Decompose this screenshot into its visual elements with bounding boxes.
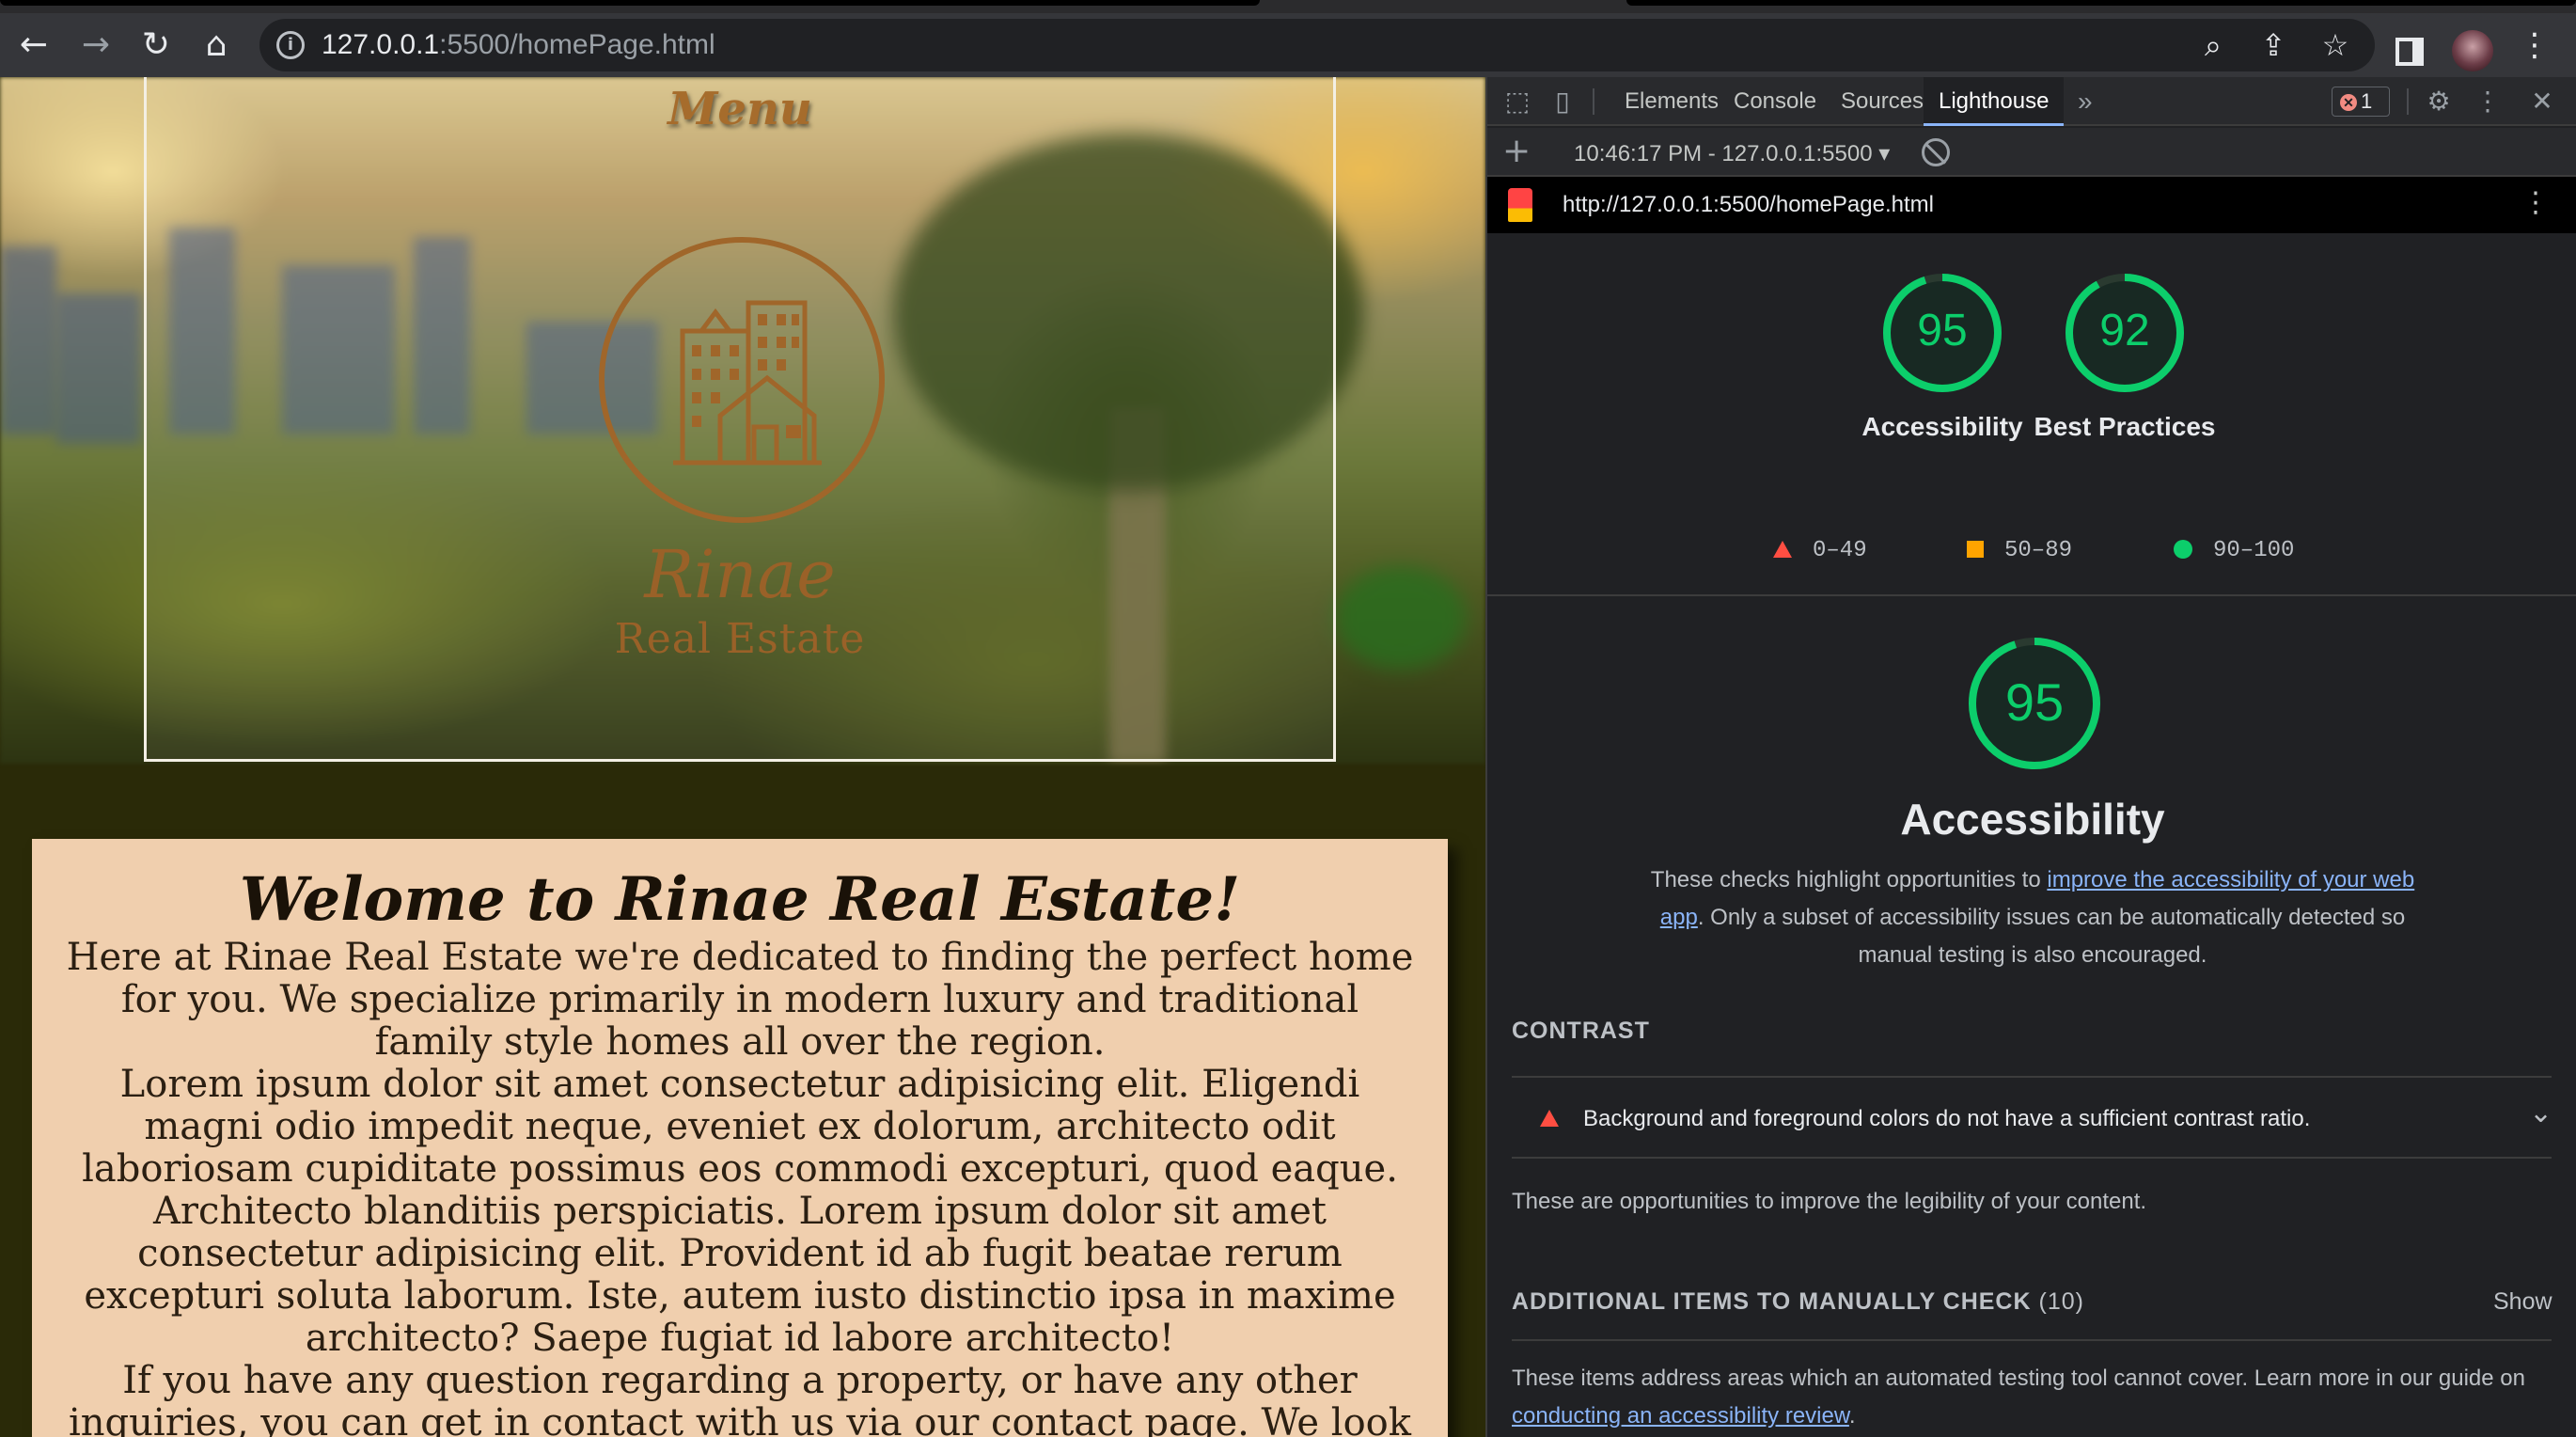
devtools-tab-bar: ⬚ ▯ Elements Console Sources Lighthouse … xyxy=(1487,77,2576,126)
group-divider xyxy=(1512,1157,2552,1159)
tab-elements[interactable]: Elements xyxy=(1610,77,1734,126)
side-panel-icon[interactable] xyxy=(2395,38,2424,66)
category-description: These checks highlight opportunities to … xyxy=(1650,867,2415,968)
tab-lighthouse[interactable]: Lighthouse xyxy=(1924,77,2065,126)
welcome-card: Welome to Rinae Real Estate! Here at Rin… xyxy=(32,839,1448,1437)
share-icon[interactable]: ⇪ xyxy=(2254,26,2292,64)
legend-fail: 0–49 xyxy=(1773,538,1867,563)
best-practices-score-value: 92 xyxy=(2099,306,2150,355)
clear-reports-icon[interactable] xyxy=(1922,138,1950,166)
new-report-icon[interactable]: + xyxy=(1502,132,1531,170)
lighthouse-logo-icon xyxy=(1508,188,1532,222)
triangle-fail-icon xyxy=(1773,541,1792,558)
error-icon: ✕ xyxy=(2340,94,2357,111)
category-title: Accessibility xyxy=(1900,795,2165,844)
profile-avatar[interactable] xyxy=(2452,30,2493,71)
menu-panel: Menu Rinae Real Estate xyxy=(144,77,1336,762)
score-legend: 0–49 50–89 90–100 xyxy=(1487,534,2576,572)
menu-button[interactable]: Menu xyxy=(147,83,1333,135)
bookmark-star-icon[interactable]: ☆ xyxy=(2317,26,2354,64)
section-divider xyxy=(1487,594,2576,596)
forward-button[interactable]: → xyxy=(73,23,118,68)
accessibility-score-label[interactable]: Accessibility xyxy=(1848,408,2036,446)
browser-menu-icon[interactable]: ⋮ xyxy=(2512,23,2557,68)
welcome-lorem: Lorem ipsum dolor sit amet consectetur a… xyxy=(82,1063,1398,1360)
devtools-menu-icon[interactable]: ⋮ xyxy=(2471,85,2505,118)
tab-strip-left xyxy=(0,0,1260,6)
show-manual-items-button[interactable]: Show xyxy=(2493,1288,2552,1316)
close-devtools-icon[interactable]: ✕ xyxy=(2525,85,2559,118)
report-url-bar: http://127.0.0.1:5500/homePage.html ⋮ xyxy=(1487,177,2576,233)
contrast-group-title: CONTRAST xyxy=(1512,1018,1650,1044)
legend-pass: 90–100 xyxy=(2174,538,2294,563)
accessibility-review-link[interactable]: conducting an accessibility review xyxy=(1512,1403,1849,1429)
chevron-down-icon[interactable]: ⌄ xyxy=(2529,1097,2552,1129)
devtools-panel: ⬚ ▯ Elements Console Sources Lighthouse … xyxy=(1485,77,2576,1437)
browser-toolbar: ← → ↻ ⌂ i 127.0.0.1:5500/homePage.html ⌕… xyxy=(0,13,2576,77)
welcome-contact: If you have any question regarding a pro… xyxy=(68,1359,1411,1437)
zoom-search-icon[interactable]: ⌕ xyxy=(2194,26,2232,64)
contrast-note: These are opportunities to improve the l… xyxy=(1512,1189,2147,1214)
category-score-gauge: 95 xyxy=(1965,634,2104,773)
report-menu-icon[interactable]: ⋮ xyxy=(2521,186,2550,219)
tab-sources[interactable]: Sources xyxy=(1826,77,1939,126)
circle-pass-icon xyxy=(2174,540,2192,559)
brand-subtitle: Real Estate xyxy=(614,615,866,663)
brand-name: Rinae xyxy=(644,536,836,613)
device-toolbar-icon[interactable]: ▯ xyxy=(1546,85,1579,118)
report-url[interactable]: http://127.0.0.1:5500/homePage.html xyxy=(1563,192,1934,218)
welcome-title: Welome to Rinae Real Estate! xyxy=(239,864,1241,935)
site-info-icon[interactable]: i xyxy=(276,31,305,59)
error-count-badge[interactable]: ✕ 1 xyxy=(2332,87,2390,117)
group-divider xyxy=(1512,1076,2552,1078)
more-tabs-button[interactable]: » xyxy=(2063,77,2108,126)
lighthouse-toolbar: + 10:46:17 PM - 127.0.0.1:5500 ▾ xyxy=(1487,128,2576,177)
best-practices-score-gauge[interactable]: 92 xyxy=(2063,271,2187,395)
manual-check-note: These items address areas which an autom… xyxy=(1512,1366,2525,1429)
welcome-intro: Here at Rinae Real Estate we're dedicate… xyxy=(66,936,1414,1064)
accessibility-score-value: 95 xyxy=(1917,306,1968,355)
address-bar[interactable]: i 127.0.0.1:5500/homePage.html ⌕ ⇪ ☆ xyxy=(259,19,2375,71)
reload-button[interactable]: ↻ xyxy=(134,23,179,68)
square-average-icon xyxy=(1967,541,1984,558)
best-practices-score-label[interactable]: Best Practices xyxy=(2031,408,2219,446)
report-selector[interactable]: 10:46:17 PM - 127.0.0.1:5500 ▾ xyxy=(1574,140,1890,167)
legend-average: 50–89 xyxy=(1967,538,2072,563)
contrast-audit-text: Background and foreground colors do not … xyxy=(1583,1106,2311,1131)
building-house-logo-icon xyxy=(673,300,822,466)
triangle-fail-icon xyxy=(1540,1110,1559,1127)
tab-strip-right xyxy=(1626,0,2576,6)
category-score-value: 95 xyxy=(2004,672,2065,732)
website-page: Menu Rinae Real Estate Welome to Rinae R… xyxy=(0,77,1485,1437)
address-url[interactable]: 127.0.0.1:5500/homePage.html xyxy=(322,29,715,61)
contrast-audit-row[interactable]: Background and foreground colors do not … xyxy=(1512,1082,2552,1157)
accessibility-score-gauge[interactable]: 95 xyxy=(1880,271,2004,395)
back-button[interactable]: ← xyxy=(11,23,56,68)
inspect-element-icon[interactable]: ⬚ xyxy=(1500,85,1534,118)
home-button[interactable]: ⌂ xyxy=(194,23,239,68)
tab-console[interactable]: Console xyxy=(1719,77,1831,126)
group-divider xyxy=(1512,1339,2552,1341)
tab-strip xyxy=(0,0,2576,13)
settings-gear-icon[interactable]: ⚙ xyxy=(2422,85,2456,118)
manual-check-group-title[interactable]: ADDITIONAL ITEMS TO MANUALLY CHECK (10) xyxy=(1512,1288,2084,1316)
